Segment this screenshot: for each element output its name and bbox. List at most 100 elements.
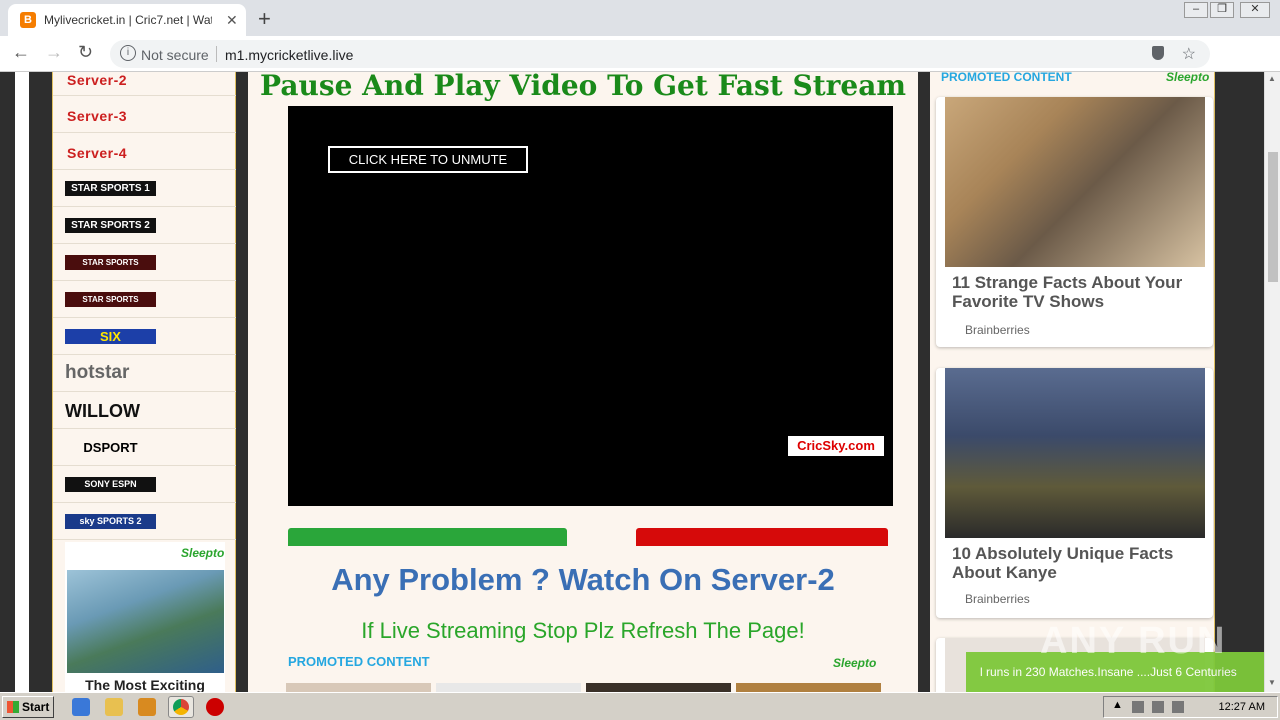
promoted-content-label: PROMOTED CONTENT [941,72,1072,84]
sleepto-logo: Sleepto [181,546,225,560]
channel-link[interactable]: STAR SPORTS 1 [53,170,237,207]
close-tab-icon[interactable]: ✕ [226,12,238,29]
sky-sports-2-logo: sky SPORTS 2 [65,514,156,529]
minimize-window-button[interactable]: – [1184,2,1208,18]
sony-espn-logo: SONY ESPN [65,477,156,492]
back-icon[interactable]: ← [12,42,30,63]
volume-icon[interactable] [1152,701,1164,713]
scroll-up-icon[interactable]: ▲ [1268,74,1276,83]
show-hidden-icons-icon[interactable]: ▲ [1112,699,1123,711]
channel-link[interactable]: WILLOW [53,392,237,429]
card-title: 10 Absolutely Unique Facts About Kanye [952,544,1174,582]
restore-window-button[interactable]: ❐ [1210,2,1234,18]
reload-icon[interactable]: ↻ [78,42,93,63]
card-image [945,97,1205,267]
server-2-link[interactable]: Server-2 [53,72,237,96]
card-source: Brainberries [965,323,1030,337]
column-divider [236,72,248,692]
clock[interactable]: 12:27 AM [1219,701,1265,713]
blocked-content-icon[interactable] [1152,46,1164,60]
browser-toolbar: ← → ↻ i Not secure m1.mycricketlive.live… [0,36,1280,100]
page-headline: Pause And Play Video To Get Fast Stream [260,72,906,102]
channel-link[interactable]: SIX [53,318,237,355]
left-ad-card[interactable]: Sleepto The Most Exciting [65,542,225,692]
promo-thumbnail[interactable] [286,683,431,692]
channel-link[interactable]: hotstar [53,355,237,392]
card-source: Brainberries [965,592,1030,606]
video-player[interactable]: CLICK HERE TO UNMUTE CricSky.com [288,106,893,506]
page-gutter [15,72,29,692]
anyrun-watermark: ANY RUN [1040,620,1227,662]
url-text[interactable]: m1.mycricketlive.live [225,47,353,63]
scrollbar-thumb[interactable] [1268,152,1278,282]
windows-logo-icon [7,701,19,713]
chrome-icon [173,699,189,715]
channel-link[interactable]: sky SPORTS 2 [53,503,237,540]
internet-explorer-icon[interactable] [72,698,90,716]
forward-icon[interactable]: → [45,42,63,63]
six-logo: SIX [65,329,156,344]
scroll-down-icon[interactable]: ▼ [1268,678,1276,687]
promoted-content-label: PROMOTED CONTENT [288,654,430,669]
dsport-logo: DSPORT [83,440,138,455]
willow-logo: WILLOW [65,401,140,421]
server-label: Server-2 [67,72,128,88]
ad-caption: The Most Exciting [85,677,205,692]
ticker-text: l runs in 230 Matches.Insane ....Just 6 … [980,665,1237,679]
column-divider [918,72,930,692]
server-notice: Any Problem ? Watch On Server-2 [331,562,835,597]
browser-tab[interactable]: B Mylivecricket.in | Cric7.net | Watch L… [8,4,246,36]
star-sports-logo: STAR SPORTS [65,255,156,270]
channel-link[interactable]: SONY ESPN [53,466,237,503]
left-sidebar: Server-2 Server-3 Server-4 STAR SPORTS 1… [52,72,237,692]
server-label: Server-3 [67,108,128,124]
sleepto-logo: Sleepto [833,656,877,670]
folder-icon[interactable] [105,698,123,716]
refresh-notice: If Live Streaming Stop Plz Refresh The P… [361,618,805,643]
unmute-button[interactable]: CLICK HERE TO UNMUTE [328,146,528,173]
ad-image [67,570,224,673]
channel-link[interactable]: STAR SPORTS [53,281,237,318]
sleepto-logo: Sleepto [1166,72,1210,84]
player-watermark: CricSky.com [788,436,884,456]
promo-card[interactable]: 11 Strange Facts About Your Favorite TV … [936,97,1213,347]
security-app-icon[interactable] [206,698,224,716]
channel-link[interactable]: STAR SPORTS 2 [53,207,237,244]
security-label: Not secure [141,47,209,63]
green-server-button[interactable] [288,528,567,546]
card-image [945,368,1205,538]
media-player-icon[interactable] [138,698,156,716]
info-icon[interactable]: i [120,45,136,61]
promo-thumbnail[interactable] [586,683,731,692]
channel-link[interactable]: STAR SPORTS [53,244,237,281]
taskbar: Start ▲ 12:27 AM [0,692,1280,720]
bookmark-star-icon[interactable]: ☆ [1182,44,1196,64]
close-window-button[interactable]: ✕ [1240,2,1270,18]
flag-icon[interactable] [1172,701,1184,713]
system-tray: ▲ 12:27 AM [1103,696,1278,718]
hotstar-logo: hotstar [65,362,130,383]
start-button[interactable]: Start [2,696,54,718]
server-3-link[interactable]: Server-3 [53,96,237,133]
channel-link[interactable]: DSPORT [53,429,237,466]
promo-card[interactable]: 10 Absolutely Unique Facts About Kanye B… [936,368,1213,618]
blogger-favicon-icon: B [20,12,36,28]
server-label: Server-4 [67,145,128,161]
address-bar[interactable]: i Not secure m1.mycricketlive.live ☆ [110,40,1210,68]
web-page: Server-2 Server-3 Server-4 STAR SPORTS 1… [0,72,1264,692]
divider [216,46,217,62]
network-icon[interactable] [1132,701,1144,713]
red-server-button[interactable] [636,528,888,546]
server-4-link[interactable]: Server-4 [53,133,237,170]
promo-thumbnail[interactable] [736,683,881,692]
card-title: 11 Strange Facts About Your Favorite TV … [952,273,1183,311]
tab-strip: B Mylivecricket.in | Cric7.net | Watch L… [0,0,1280,36]
start-label: Start [22,700,50,714]
right-sidebar: PROMOTED CONTENT Sleepto 11 Strange Fact… [930,72,1215,692]
star-sports-logo: STAR SPORTS [65,292,156,307]
star-sports-1-logo: STAR SPORTS 1 [65,181,156,196]
tab-title: Mylivecricket.in | Cric7.net | Watch L [44,13,212,27]
page-scrollbar[interactable]: ▲ ▼ [1264,72,1280,692]
new-tab-button[interactable]: + [258,6,271,32]
promo-thumbnail[interactable] [436,683,581,692]
